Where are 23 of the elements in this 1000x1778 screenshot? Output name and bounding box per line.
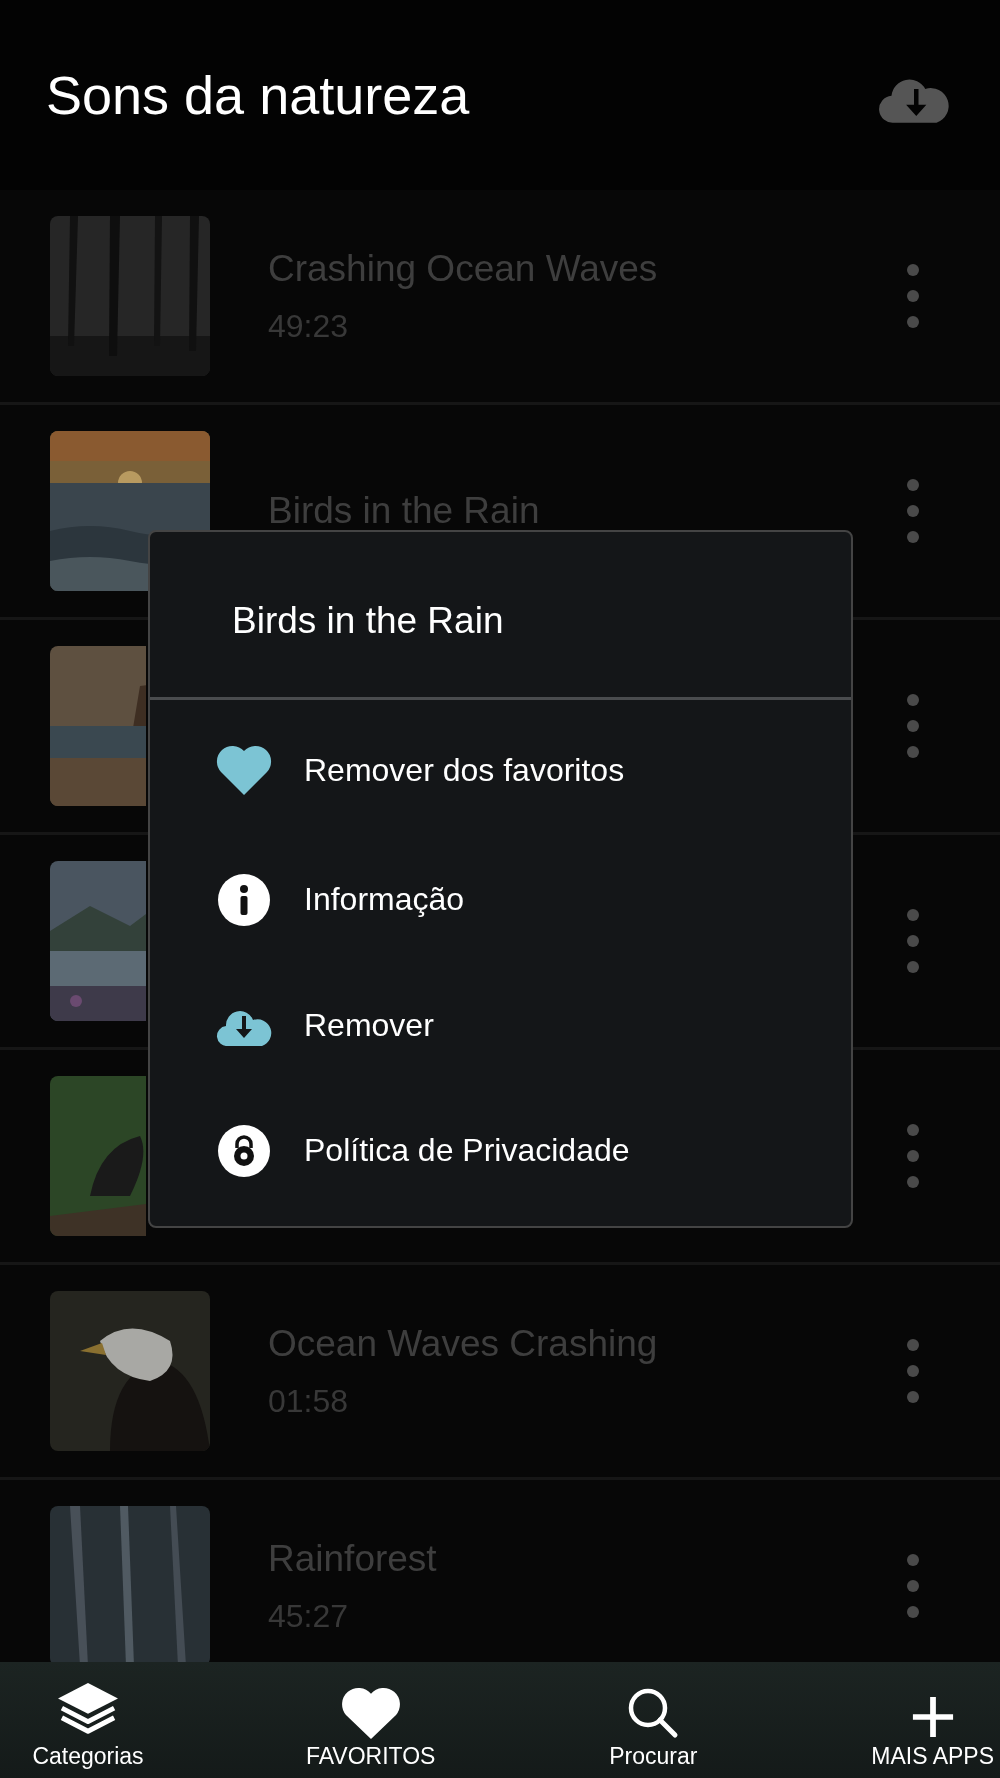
menu-item[interactable]: Remover bbox=[150, 1004, 851, 1047]
nav-tab[interactable]: MAIS APPS bbox=[871, 1695, 994, 1770]
heart-icon bbox=[340, 1687, 401, 1739]
search-icon bbox=[627, 1687, 680, 1739]
screen-title: Sons da natureza bbox=[46, 64, 470, 126]
info-icon bbox=[216, 873, 272, 926]
more-options-icon[interactable] bbox=[906, 478, 920, 544]
menu-item[interactable]: Política de Privacidade bbox=[150, 1124, 851, 1177]
lock-icon bbox=[216, 1124, 272, 1177]
more-options-icon[interactable] bbox=[906, 1123, 920, 1189]
heart-icon bbox=[216, 745, 272, 796]
more-options-icon[interactable] bbox=[906, 693, 920, 759]
menu-item[interactable]: Remover dos favoritos bbox=[150, 745, 851, 796]
plus-icon bbox=[910, 1695, 955, 1739]
nav-tab[interactable]: Categorias bbox=[28, 1681, 148, 1770]
nav-tab[interactable]: Procurar bbox=[593, 1687, 714, 1770]
menu-item[interactable]: Informação bbox=[150, 873, 851, 926]
dialog-title: Birds in the Rain bbox=[150, 532, 851, 700]
nav-tab[interactable]: FAVORITOS bbox=[305, 1687, 436, 1770]
more-options-icon[interactable] bbox=[906, 263, 920, 329]
more-options-icon[interactable] bbox=[906, 1338, 920, 1404]
more-options-icon[interactable] bbox=[906, 1553, 920, 1619]
more-options-icon[interactable] bbox=[906, 908, 920, 974]
